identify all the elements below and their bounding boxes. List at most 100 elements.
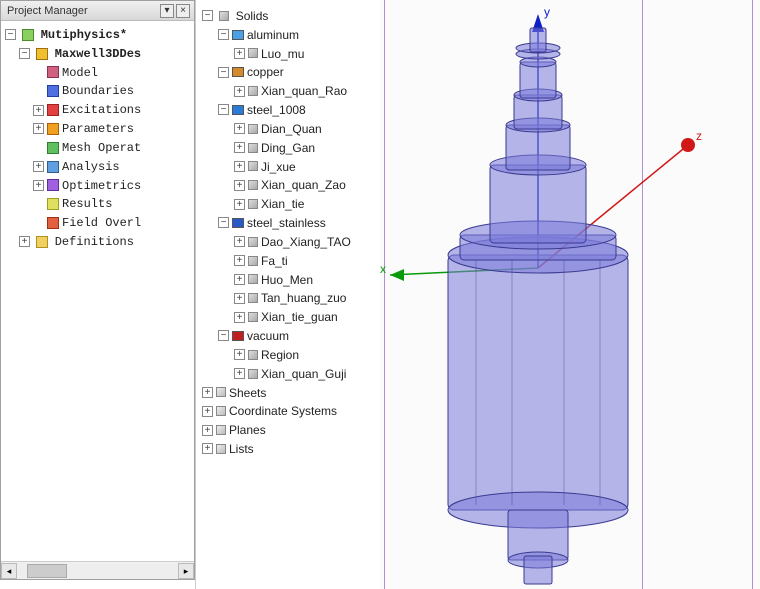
- part-label[interactable]: Fa_ti: [261, 254, 288, 268]
- tree-item[interactable]: Optimetrics: [62, 178, 141, 192]
- tree-toggle[interactable]: +: [234, 274, 245, 285]
- material-icon: [232, 30, 244, 40]
- part-label[interactable]: Tan_huang_zuo: [261, 291, 346, 305]
- tree-toggle[interactable]: −: [202, 10, 213, 21]
- part-icon: [248, 180, 258, 190]
- tree-toggle[interactable]: +: [202, 406, 213, 417]
- tree-toggle[interactable]: +: [33, 180, 44, 191]
- part-label[interactable]: Dian_Quan: [261, 122, 322, 136]
- part-label[interactable]: Xian_quan_Guji: [261, 367, 346, 381]
- scroll-left-button[interactable]: ◂: [1, 563, 17, 579]
- material-label[interactable]: aluminum: [247, 28, 299, 42]
- material-label[interactable]: steel_stainless: [247, 216, 326, 230]
- design-label[interactable]: Maxwell3DDes: [55, 47, 141, 61]
- tree-item[interactable]: Excitations: [62, 103, 141, 117]
- project-tree[interactable]: − Mutiphysics* − Maxwell3DDes Model Boun…: [1, 21, 194, 561]
- material-label[interactable]: copper: [247, 65, 284, 79]
- part-label[interactable]: Region: [261, 348, 299, 362]
- scroll-right-button[interactable]: ▸: [178, 563, 194, 579]
- tree-toggle[interactable]: +: [234, 255, 245, 266]
- tree-toggle[interactable]: +: [202, 425, 213, 436]
- excitations-icon: [47, 104, 59, 116]
- tree-toggle[interactable]: −: [218, 217, 229, 228]
- tree-toggle[interactable]: +: [234, 48, 245, 59]
- axis-y-label: y: [544, 5, 550, 19]
- part-label[interactable]: Xian_quan_Rao: [261, 84, 347, 98]
- tree-toggle[interactable]: +: [234, 312, 245, 323]
- tree-toggle[interactable]: +: [19, 236, 30, 247]
- tree-toggle[interactable]: +: [234, 236, 245, 247]
- category-label[interactable]: Planes: [229, 423, 266, 437]
- tree-toggle[interactable]: −: [5, 29, 16, 40]
- tree-toggle[interactable]: +: [234, 349, 245, 360]
- tree-item[interactable]: Field Overl: [62, 216, 141, 230]
- part-label[interactable]: Dao_Xiang_TAO: [261, 235, 351, 249]
- tree-item[interactable]: Boundaries: [62, 84, 134, 98]
- project-icon: [22, 29, 34, 41]
- design-icon: [36, 48, 48, 60]
- category-label[interactable]: Coordinate Systems: [229, 404, 337, 418]
- part-label[interactable]: Xian_quan_Zao: [261, 178, 346, 192]
- tree-item[interactable]: Mesh Operat: [62, 141, 141, 155]
- material-icon: [232, 105, 244, 115]
- tree-toggle[interactable]: −: [218, 330, 229, 341]
- mesh-icon: [47, 142, 59, 154]
- part-label[interactable]: Xian_tie: [261, 197, 304, 211]
- tree-toggle[interactable]: −: [19, 48, 30, 59]
- part-icon: [248, 312, 258, 322]
- viewport-svg: z x y: [380, 0, 760, 589]
- scroll-thumb[interactable]: [27, 564, 67, 578]
- scroll-track[interactable]: [17, 563, 178, 579]
- part-label[interactable]: Ding_Gan: [261, 141, 315, 155]
- solids-label[interactable]: Solids: [236, 9, 269, 23]
- tree-toggle[interactable]: +: [234, 86, 245, 97]
- panel-close-button[interactable]: ×: [176, 4, 190, 18]
- material-label[interactable]: vacuum: [247, 329, 289, 343]
- model-body: [448, 28, 628, 584]
- tree-toggle[interactable]: +: [33, 105, 44, 116]
- part-label[interactable]: Xian_tie_guan: [261, 310, 338, 324]
- model-icon: [47, 66, 59, 78]
- panel-title: Project Manager: [7, 5, 88, 17]
- tree-toggle[interactable]: +: [234, 199, 245, 210]
- tree-toggle[interactable]: +: [234, 142, 245, 153]
- tree-toggle[interactable]: +: [33, 123, 44, 134]
- part-icon: [248, 350, 258, 360]
- tree-item[interactable]: Results: [62, 197, 112, 211]
- part-icon: [248, 161, 258, 171]
- part-label[interactable]: Luo_mu: [261, 46, 304, 60]
- tree-toggle[interactable]: +: [202, 387, 213, 398]
- tree-toggle[interactable]: +: [202, 443, 213, 454]
- tree-toggle[interactable]: +: [234, 123, 245, 134]
- viewport-3d[interactable]: z x y: [380, 0, 760, 589]
- panel-scrollbar[interactable]: ◂ ▸: [1, 561, 194, 579]
- tree-item[interactable]: Analysis: [62, 160, 120, 174]
- tree-toggle[interactable]: +: [234, 180, 245, 191]
- model-tree[interactable]: − Solids −aluminum+Luo_mu−copper+Xian_qu…: [196, 0, 380, 458]
- part-label[interactable]: Ji_xue: [261, 159, 296, 173]
- project-root-label[interactable]: Mutiphysics*: [41, 28, 127, 42]
- tree-toggle[interactable]: +: [234, 161, 245, 172]
- tree-toggle[interactable]: +: [234, 293, 245, 304]
- category-label[interactable]: Sheets: [229, 385, 266, 399]
- category-icon: [216, 444, 226, 454]
- tree-toggle[interactable]: +: [234, 368, 245, 379]
- tree-toggle[interactable]: −: [218, 104, 229, 115]
- tree-item[interactable]: Model: [62, 65, 98, 79]
- panel-pin-button[interactable]: ▾: [160, 4, 174, 18]
- definitions-label[interactable]: Definitions: [55, 235, 134, 249]
- tree-toggle[interactable]: −: [218, 29, 229, 40]
- category-label[interactable]: Lists: [229, 442, 254, 456]
- material-label[interactable]: steel_1008: [247, 103, 306, 117]
- tree-toggle[interactable]: +: [33, 161, 44, 172]
- material-icon: [232, 218, 244, 228]
- boundaries-icon: [47, 85, 59, 97]
- tree-item[interactable]: Parameters: [62, 122, 134, 136]
- tree-toggle[interactable]: −: [218, 67, 229, 78]
- optimetrics-icon: [47, 179, 59, 191]
- panel-titlebar[interactable]: Project Manager ▾ ×: [1, 1, 194, 21]
- folder-icon: [36, 236, 48, 248]
- solids-icon: [219, 11, 229, 21]
- part-icon: [248, 124, 258, 134]
- part-label[interactable]: Huo_Men: [261, 272, 313, 286]
